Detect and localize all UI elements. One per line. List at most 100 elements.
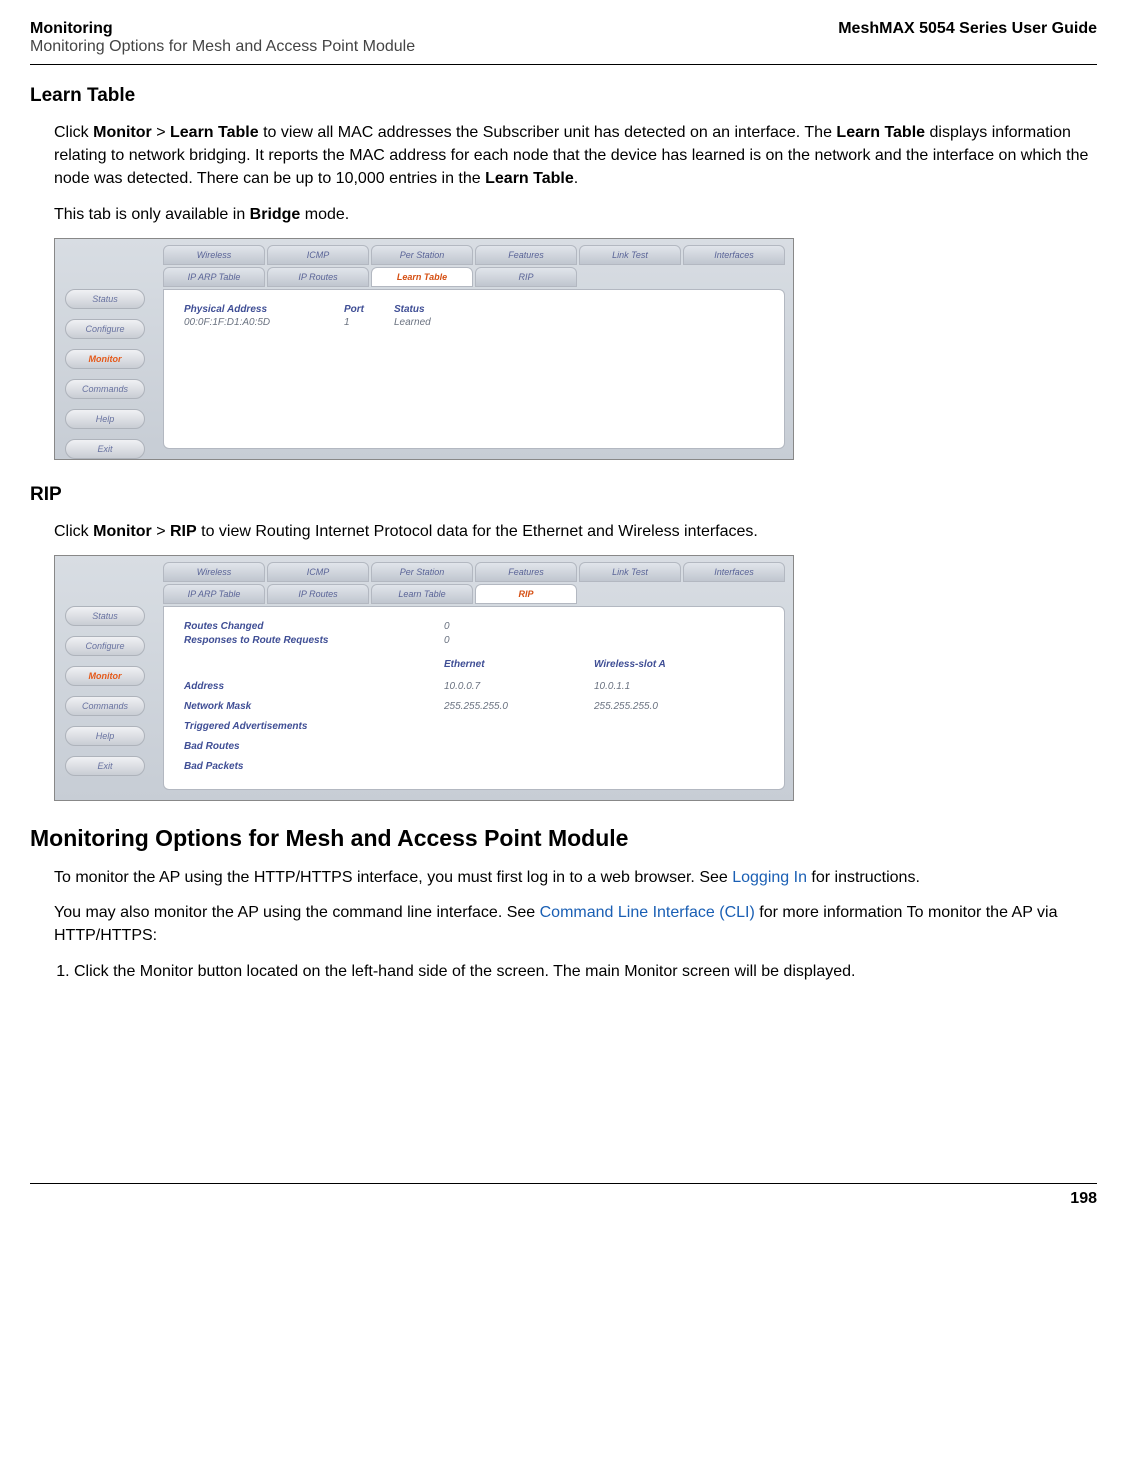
rip-para: Click Monitor > RIP to view Routing Inte… [54,520,1097,543]
learn-table-screenshot: Status Configure Monitor Commands Help E… [54,238,794,460]
cell-mac-address: 00:0F:1F:D1:A0:5D [184,317,344,328]
rip-routes-changed: Routes Changed 0 [184,621,764,632]
sidebar-help[interactable]: Help [65,726,145,746]
learn-table-data-row: 00:0F:1F:D1:A0:5D 1 Learned [184,317,764,328]
bold-learn-table: Learn Table [170,124,259,141]
monitoring-options-para1: To monitor the AP using the HTTP/HTTPS i… [54,866,1097,889]
text: . [574,170,578,187]
tab-wireless[interactable]: Wireless [163,245,265,265]
tab-wireless[interactable]: Wireless [163,562,265,582]
main-area: Wireless ICMP Per Station Features Link … [155,239,793,459]
monitoring-options-para2: You may also monitor the AP using the co… [54,901,1097,947]
text: mode. [300,206,349,223]
footer-rule [30,1183,1097,1184]
sidebar-configure[interactable]: Configure [65,319,145,339]
text: Click [54,523,93,540]
tab-icmp[interactable]: ICMP [267,245,369,265]
sidebar-monitor[interactable]: Monitor [65,349,145,369]
label: Routes Changed [184,621,444,632]
text: You may also monitor the AP using the co… [54,904,540,921]
tab-rip[interactable]: RIP [475,267,577,287]
sidebar-status[interactable]: Status [65,289,145,309]
bold-rip: RIP [170,523,197,540]
label: Responses to Route Requests [184,635,444,646]
link-cli[interactable]: Command Line Interface (CLI) [540,904,755,921]
tab-ip-arp-table[interactable]: IP ARP Table [163,584,265,604]
page-header: Monitoring Monitoring Options for Mesh a… [30,20,1097,56]
rip-netmask: Network Mask 255.255.255.0 255.255.255.0 [184,701,764,712]
sidebar: Status Configure Monitor Commands Help E… [55,556,155,800]
sidebar-status[interactable]: Status [65,606,145,626]
sidebar-exit[interactable]: Exit [65,756,145,776]
list-item-1: Click the Monitor button located on the … [74,960,1097,983]
link-logging-in[interactable]: Logging In [732,869,807,886]
label: Network Mask [184,701,444,712]
tab-learn-table[interactable]: Learn Table [371,267,473,287]
label: Triggered Advertisements [184,721,444,732]
header-wireless-slot-a: Wireless-slot A [594,659,744,670]
bold-learn-table: Learn Table [485,170,574,187]
text: To monitor the AP using the HTTP/HTTPS i… [54,869,732,886]
learn-table-heading: Learn Table [30,85,1097,107]
text: to view Routing Internet Protocol data f… [197,523,758,540]
label: Address [184,681,444,692]
tab-per-station[interactable]: Per Station [371,562,473,582]
header-title-left: Monitoring [30,20,113,37]
text: Click the [74,963,140,980]
value: 0 [444,635,594,646]
tab-features[interactable]: Features [475,245,577,265]
sidebar: Status Configure Monitor Commands Help E… [55,239,155,459]
bold-monitor: Monitor [93,124,152,141]
sidebar-exit[interactable]: Exit [65,439,145,459]
tab-row-1: Wireless ICMP Per Station Features Link … [163,245,785,265]
wireless-mask: 255.255.255.0 [594,701,744,712]
rip-address: Address 10.0.0.7 10.0.1.1 [184,681,764,692]
rip-bad-routes: Bad Routes [184,741,764,752]
sidebar-configure[interactable]: Configure [65,636,145,656]
content-panel: Physical Address Port Status 00:0F:1F:D1… [163,289,785,449]
header-left: Monitoring Monitoring Options for Mesh a… [30,20,415,56]
tab-features[interactable]: Features [475,562,577,582]
tab-row-2: IP ARP Table IP Routes Learn Table RIP [163,267,785,287]
text: This tab is only available in [54,206,250,223]
rip-screenshot: Status Configure Monitor Commands Help E… [54,555,794,801]
spacer [184,659,444,670]
rip-bad-packets: Bad Packets [184,761,764,772]
rip-responses: Responses to Route Requests 0 [184,635,764,646]
sidebar-monitor[interactable]: Monitor [65,666,145,686]
tab-ip-arp-table[interactable]: IP ARP Table [163,267,265,287]
bold-monitor: Monitor [93,523,152,540]
tab-icmp[interactable]: ICMP [267,562,369,582]
tab-learn-table[interactable]: Learn Table [371,584,473,604]
ethernet-addr: 10.0.0.7 [444,681,594,692]
sidebar-commands[interactable]: Commands [65,379,145,399]
tab-row-2: IP ARP Table IP Routes Learn Table RIP [163,584,785,604]
tab-link-test[interactable]: Link Test [579,562,681,582]
value: 0 [444,621,594,632]
wireless-addr: 10.0.1.1 [594,681,744,692]
tab-interfaces[interactable]: Interfaces [683,562,785,582]
tab-interfaces[interactable]: Interfaces [683,245,785,265]
learn-table-para2: This tab is only available in Bridge mod… [54,203,1097,226]
rip-col-headers: Ethernet Wireless-slot A [184,659,764,670]
label: Bad Packets [184,761,444,772]
text: for instructions. [807,869,920,886]
content-panel: Routes Changed 0 Responses to Route Requ… [163,606,785,790]
rip-triggered-adv: Triggered Advertisements [184,721,764,732]
sidebar-help[interactable]: Help [65,409,145,429]
text: screen will be displayed. [678,963,856,980]
tab-rip[interactable]: RIP [475,584,577,604]
tab-link-test[interactable]: Link Test [579,245,681,265]
header-title-right: MeshMAX 5054 Series User Guide [838,20,1097,38]
bold-monitor: Monitor [140,963,193,980]
learn-table-header-row: Physical Address Port Status [184,304,764,315]
tab-per-station[interactable]: Per Station [371,245,473,265]
sidebar-commands[interactable]: Commands [65,696,145,716]
tab-ip-routes[interactable]: IP Routes [267,584,369,604]
ethernet-mask: 255.255.255.0 [444,701,594,712]
tab-ip-routes[interactable]: IP Routes [267,267,369,287]
tab-row-1: Wireless ICMP Per Station Features Link … [163,562,785,582]
learn-table-para1: Click Monitor > Learn Table to view all … [54,121,1097,191]
text: to view all MAC addresses the Subscriber… [259,124,837,141]
page-number: 198 [30,1190,1097,1208]
